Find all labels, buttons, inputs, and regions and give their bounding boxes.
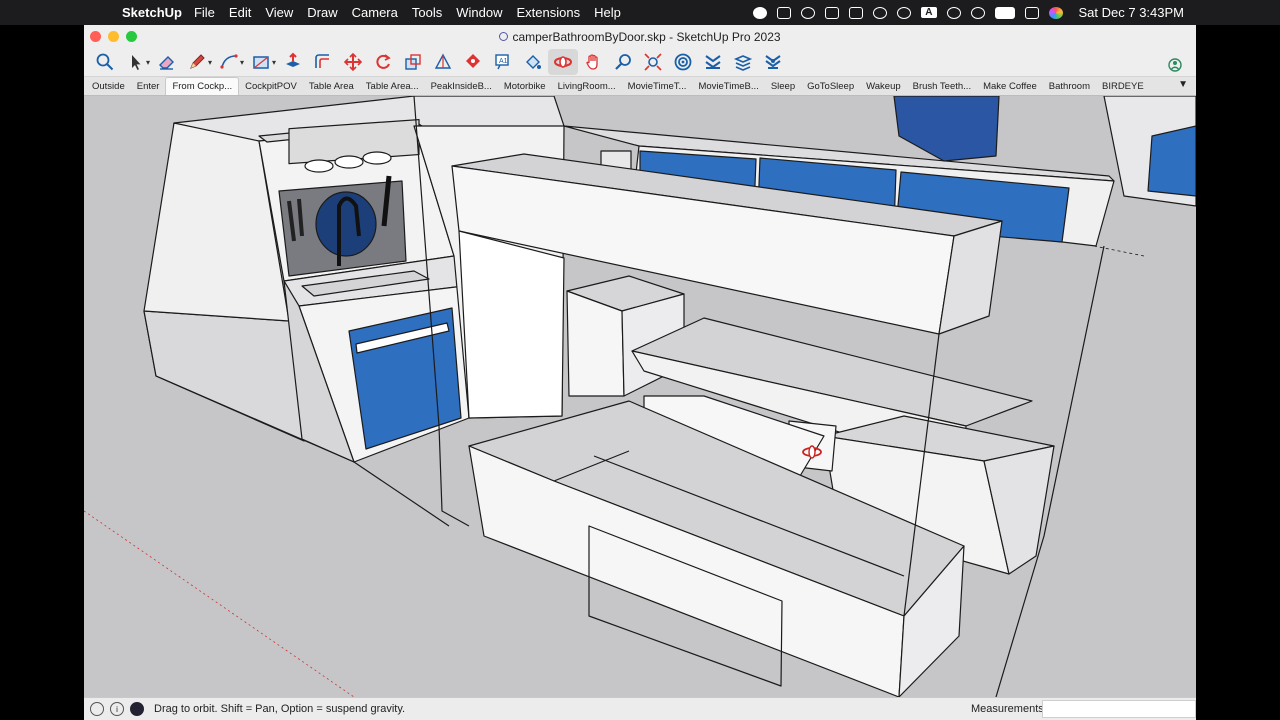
menu-window[interactable]: Window: [456, 5, 502, 20]
scene-tab-movietime-b[interactable]: MovieTimeB...: [692, 78, 764, 95]
sketchup-window: camperBathroomByDoor.skp - SketchUp Pro …: [84, 25, 1196, 720]
styles-icon[interactable]: [758, 49, 788, 75]
screen-mirror-icon[interactable]: [825, 6, 840, 19]
scene-tab-birdeye[interactable]: BIRDEYE: [1096, 78, 1150, 95]
no-wifi-icon[interactable]: [873, 6, 888, 19]
window-title: camperBathroomByDoor.skp - SketchUp Pro …: [512, 29, 781, 44]
close-button[interactable]: [90, 31, 101, 42]
status-hint: Drag to orbit. Shift = Pan, Option = sus…: [154, 703, 406, 715]
window-titlebar[interactable]: camperBathroomByDoor.skp - SketchUp Pro …: [84, 25, 1196, 48]
scene-tab-wakeup[interactable]: Wakeup: [860, 78, 907, 95]
scene-tab-brush-teeth[interactable]: Brush Teeth...: [907, 78, 977, 95]
geo-location-icon[interactable]: [90, 702, 104, 716]
status-menu-area: A Sat Dec 7 3:43PM: [753, 0, 1184, 25]
account-icon[interactable]: [1160, 52, 1190, 78]
scale-icon[interactable]: [398, 49, 428, 75]
credits-icon[interactable]: [130, 702, 144, 716]
scene-tab-make-coffee[interactable]: Make Coffee: [977, 78, 1043, 95]
scene-tab-table-area[interactable]: Table Area: [303, 78, 360, 95]
bluetooth-icon[interactable]: [897, 6, 912, 19]
right-window: [1147, 125, 1196, 197]
menu-camera[interactable]: Camera: [352, 5, 398, 20]
camper-model-drawing: [84, 96, 1196, 697]
zoom-extents-icon[interactable]: [638, 49, 668, 75]
scene-tab-motorbike[interactable]: Motorbike: [498, 78, 552, 95]
scene-tab-movietime-t[interactable]: MovieTimeT...: [622, 78, 693, 95]
display-icon[interactable]: [777, 6, 792, 19]
menu-draw[interactable]: Draw: [307, 5, 337, 20]
info-icon[interactable]: i: [110, 702, 124, 716]
app-menu[interactable]: SketchUp: [122, 5, 182, 20]
siri-icon[interactable]: [1048, 6, 1063, 19]
scene-tab-livingroom[interactable]: LivingRoom...: [552, 78, 622, 95]
zoom-icon[interactable]: [90, 49, 120, 75]
scene-tab-cockpitpov[interactable]: CockpitPOV: [239, 78, 303, 95]
pencil-dropdown-icon[interactable]: ▾: [206, 49, 214, 75]
center-column: [458, 230, 565, 419]
menu-view[interactable]: View: [265, 5, 293, 20]
wifi-icon[interactable]: [946, 6, 961, 19]
main-toolbar: ▾ ▾ ▾ ▾ A1: [84, 48, 1196, 76]
lock-icon[interactable]: [849, 6, 864, 19]
menu-help[interactable]: Help: [594, 5, 621, 20]
model-viewport[interactable]: [84, 96, 1196, 697]
extension-warehouse-icon[interactable]: [698, 49, 728, 75]
warehouse-icon[interactable]: [668, 49, 698, 75]
layout-icon[interactable]: [728, 49, 758, 75]
menubar-clock[interactable]: Sat Dec 7 3:43PM: [1079, 5, 1185, 20]
traffic-lights: [90, 31, 137, 42]
section-plane-icon[interactable]: [428, 49, 458, 75]
scene-tab-bathroom[interactable]: Bathroom: [1043, 78, 1096, 95]
arc-dropdown-icon[interactable]: ▾: [238, 49, 246, 75]
select-dropdown-icon[interactable]: ▾: [144, 49, 152, 75]
text-icon[interactable]: A1: [488, 49, 518, 75]
zoom-glass-icon[interactable]: [608, 49, 638, 75]
rectangle-dropdown-icon[interactable]: ▾: [270, 49, 278, 75]
sync-icon[interactable]: [801, 6, 816, 19]
offset-icon[interactable]: [308, 49, 338, 75]
scene-tab-peakinside[interactable]: PeakInsideB...: [425, 78, 498, 95]
control-center-icon[interactable]: [1024, 6, 1039, 19]
svg-text:A1: A1: [499, 58, 508, 65]
scenes-more-icon[interactable]: ▼: [1178, 79, 1188, 90]
scene-tab-enter[interactable]: Enter: [131, 78, 166, 95]
battery-icon[interactable]: [994, 6, 1015, 19]
measurements-label: Measurements: [971, 703, 1044, 715]
status-bar: i Drag to orbit. Shift = Pan, Option = s…: [84, 697, 1196, 720]
pan-icon[interactable]: [578, 49, 608, 75]
scene-tab-from-cockpit[interactable]: From Cockp...: [165, 77, 240, 95]
scene-tab-sleep[interactable]: Sleep: [765, 78, 801, 95]
eraser-icon[interactable]: [152, 49, 182, 75]
user-icon[interactable]: [970, 6, 985, 19]
menu-extensions[interactable]: Extensions: [516, 5, 580, 20]
paint-bucket-icon[interactable]: [518, 49, 548, 75]
minimize-button[interactable]: [108, 31, 119, 42]
scene-tab-table-area-2[interactable]: Table Area...: [360, 78, 425, 95]
move-icon[interactable]: [338, 49, 368, 75]
scenes-tabbar: Outside Enter From Cockp... CockpitPOV T…: [84, 76, 1196, 96]
rotate-icon[interactable]: [368, 49, 398, 75]
zoom-button[interactable]: [126, 31, 137, 42]
document-icon: [499, 32, 509, 41]
record-icon[interactable]: [753, 6, 768, 19]
driver-seat: [893, 96, 1000, 162]
scene-tab-outside[interactable]: Outside: [86, 78, 131, 95]
faucet-bowl: [315, 191, 377, 257]
menu-tools[interactable]: Tools: [412, 5, 442, 20]
tape-measure-icon[interactable]: [458, 49, 488, 75]
menu-file[interactable]: File: [194, 5, 215, 20]
push-pull-icon[interactable]: [278, 49, 308, 75]
measurements-input[interactable]: [1042, 700, 1196, 718]
orbit-icon[interactable]: [548, 49, 578, 75]
macos-menubar: SketchUp File Edit View Draw Camera Tool…: [0, 0, 1280, 25]
menu-edit[interactable]: Edit: [229, 5, 251, 20]
input-source-icon[interactable]: A: [921, 7, 937, 18]
scene-tab-gotosleep[interactable]: GoToSleep: [801, 78, 860, 95]
